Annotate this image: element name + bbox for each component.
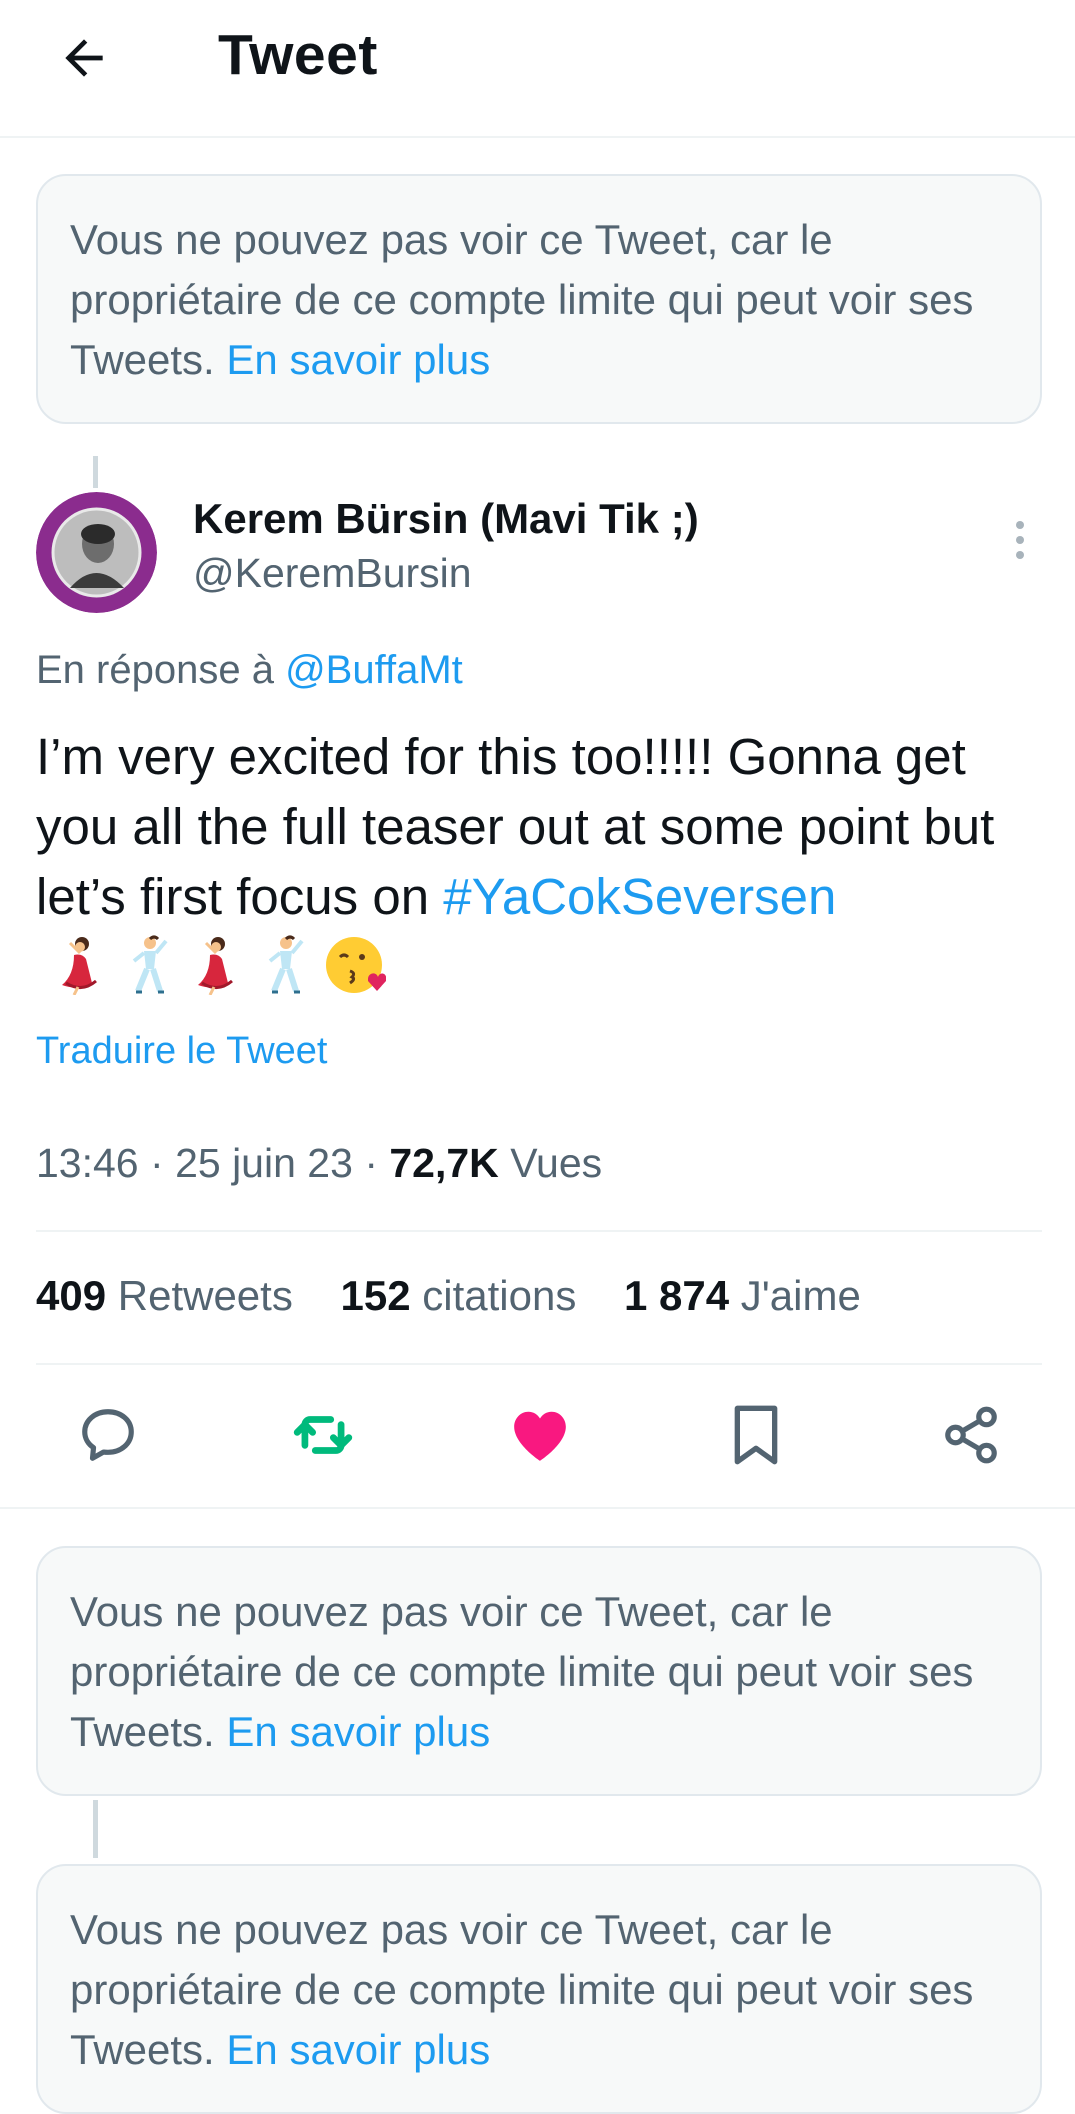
emoji-group: [52, 935, 386, 995]
tweet-meta: 13:46 · 25 juin 23 · 72,7K Vues: [36, 1140, 602, 1187]
dancing-woman-emoji: [198, 936, 233, 995]
tweet-text: I’m very excited for this too!!!!! Gonna…: [36, 722, 1036, 1002]
quotes-count: 152: [340, 1272, 411, 1319]
translate-tweet-link[interactable]: Traduire le Tweet: [36, 1030, 327, 1073]
retweets-stat[interactable]: 409 Retweets: [36, 1272, 293, 1319]
profile-picture-icon: [36, 492, 157, 613]
retweet-icon: [293, 1416, 353, 1454]
like-button[interactable]: [505, 1400, 575, 1470]
reply-button[interactable]: [73, 1400, 143, 1470]
page-title: Tweet: [218, 23, 378, 87]
quotes-label: citations: [422, 1272, 577, 1319]
likes-stat[interactable]: 1 874 J'aime: [624, 1272, 861, 1319]
meta-separator: ·: [150, 1140, 164, 1186]
restricted-tweet-notice: Vous ne pouvez pas voir ce Tweet, car le…: [36, 1864, 1042, 2114]
dancing-man-emoji: [268, 935, 304, 994]
likes-label: J'aime: [740, 1272, 861, 1319]
avatar[interactable]: [36, 492, 157, 613]
retweets-count: 409: [36, 1272, 107, 1319]
more-dot-icon: [1016, 521, 1024, 529]
author-handle[interactable]: @KeremBursin: [193, 550, 472, 597]
retweet-button[interactable]: [288, 1400, 358, 1470]
notice-text: Vous ne pouvez pas voir ce Tweet, car le…: [70, 1588, 974, 1755]
reply-mention-link[interactable]: @BuffaMt: [285, 648, 463, 692]
views-count: 72,7K: [389, 1140, 499, 1186]
learn-more-link[interactable]: En savoir plus: [226, 1708, 490, 1755]
retweets-label: Retweets: [117, 1272, 293, 1319]
more-dot-icon: [1016, 551, 1024, 559]
dancing-man-emoji: [132, 935, 168, 994]
share-icon: [945, 1406, 997, 1464]
notice-text: Vous ne pouvez pas voir ce Tweet, car le…: [70, 1906, 974, 2073]
reply-icon: [82, 1409, 134, 1461]
views-label: Vues: [510, 1140, 603, 1186]
learn-more-link[interactable]: En savoir plus: [226, 2026, 490, 2073]
more-dot-icon: [1016, 536, 1024, 544]
thread-line: [93, 456, 98, 488]
restricted-tweet-notice: Vous ne pouvez pas voir ce Tweet, car le…: [36, 174, 1042, 424]
thread-line: [93, 1800, 98, 1858]
dancing-woman-emoji: [62, 936, 97, 995]
bookmark-button[interactable]: [721, 1400, 791, 1470]
restricted-tweet-notice: Vous ne pouvez pas voir ce Tweet, car le…: [36, 1546, 1042, 1796]
divider: [36, 1363, 1042, 1365]
meta-separator: ·: [364, 1140, 378, 1186]
quotes-stat[interactable]: 152 citations: [341, 1272, 577, 1319]
notice-text: Vous ne pouvez pas voir ce Tweet, car le…: [70, 216, 974, 383]
top-bar: Tweet: [0, 0, 1075, 138]
engagement-stats: 409 Retweets 152 citations 1 874 J'aime: [36, 1272, 897, 1320]
tweet-date[interactable]: 25 juin 23: [175, 1140, 353, 1186]
back-button[interactable]: [48, 22, 120, 94]
divider: [0, 1507, 1075, 1509]
more-options-button[interactable]: [1000, 512, 1040, 568]
divider: [36, 1230, 1042, 1232]
like-icon: [514, 1411, 566, 1461]
tweet-time[interactable]: 13:46: [36, 1140, 139, 1186]
likes-count: 1 874: [624, 1272, 730, 1319]
bookmark-icon: [734, 1405, 778, 1465]
share-button[interactable]: [936, 1400, 1006, 1470]
hashtag-link[interactable]: #YaCokSeversen: [443, 868, 836, 925]
learn-more-link[interactable]: En savoir plus: [226, 336, 490, 383]
arrow-left-icon: [65, 39, 103, 77]
reply-context: En réponse à @BuffaMt: [36, 648, 463, 693]
kissing-face-emoji: [326, 936, 386, 993]
reply-prefix: En réponse à: [36, 648, 274, 692]
author-name[interactable]: Kerem Bürsin (Mavi Tik ;): [193, 495, 699, 543]
